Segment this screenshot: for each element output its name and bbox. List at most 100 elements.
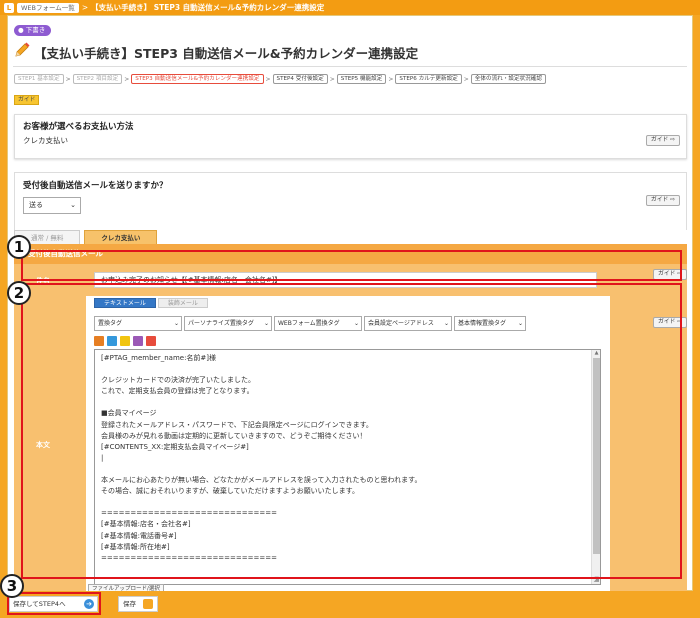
member-page-select[interactable]: 会員設定ページアドレス ⌄ [364, 316, 452, 331]
autosend-card: 受付後自動送信メールを送りますか？ 送る ⌄ ガイド ⇨ [14, 172, 687, 230]
step-2-button[interactable]: STEP2 項目設定 [72, 74, 123, 84]
editor-toolbar [94, 336, 156, 346]
step-arrow-icon: > [65, 75, 71, 83]
footer-notch [343, 586, 353, 591]
attach-icon[interactable] [146, 336, 156, 346]
subject-input[interactable]: お申込み完了のお知らせ【[#基本情報:店名・会社名#]】 [94, 272, 597, 288]
basic-info-tag-select-label: 基本情報置換タグ [458, 320, 507, 327]
chevron-down-icon: ⌄ [70, 201, 76, 209]
step-3-button[interactable]: STEP3 自動送信メール&予約カレンダー連携設定 [131, 74, 264, 84]
mail-panel: 受付後自動送信メール 件名 お申込み完了のお知らせ【[#基本情報:店名・会社名#… [14, 244, 688, 594]
annotation-number-1: 1 [7, 235, 31, 259]
title-divider [13, 66, 687, 67]
step-arrow-icon: > [265, 75, 271, 83]
home-icon[interactable]: L [4, 2, 14, 13]
payment-method-card: お客様が選べるお支払い方法 クレカ支払い ガイド ⇨ [14, 114, 687, 159]
body-line [101, 564, 589, 575]
webform-tag-select-label: WEBフォーム置換タグ [278, 320, 340, 327]
autosend-title: 受付後自動送信メールを送りますか？ [23, 181, 168, 191]
step-5-button[interactable]: STEP5 機能設定 [336, 74, 387, 84]
body-line [101, 464, 589, 475]
replace-tag-select[interactable]: 置換タグ ⌄ [94, 316, 182, 331]
draft-dot-icon: ● [18, 26, 26, 34]
body-line [101, 575, 589, 584]
mail-body-textarea[interactable]: [#PTAG_member_name:名前#]様クレジットカードでの決済が完了い… [94, 349, 601, 585]
tab-credit-card[interactable]: クレカ支払い [84, 230, 158, 244]
save-and-next-button[interactable]: 保存してSTEP4へ ➔ [9, 596, 98, 612]
tab-html-mail[interactable]: 装飾メール [157, 298, 208, 308]
breadcrumb-current: 【支払い手続き】 STEP3 自動送信メール&予約カレンダー連携設定 [91, 3, 325, 12]
resize-grip-icon[interactable]: ◢ [594, 575, 599, 583]
payment-guide-button[interactable]: ガイド ⇨ [645, 135, 680, 146]
autosend-guide-button[interactable]: ガイド ⇨ [645, 195, 680, 206]
step-arrow-icon: > [329, 75, 335, 83]
annotation-number-2: 2 [7, 281, 31, 305]
body-line: ============================== [101, 509, 277, 518]
body-line: [#基本情報:電話番号#] [101, 531, 177, 540]
footer-bar: 保存してSTEP4へ ➔ 保存 [0, 586, 700, 618]
chevron-down-icon: ⌄ [443, 320, 449, 327]
copy-icon[interactable] [107, 336, 117, 346]
chevron-down-icon: ⌄ [173, 320, 179, 327]
new-doc-icon[interactable] [94, 336, 104, 346]
subject-guide-button[interactable]: ガイド ⇨ [653, 269, 688, 280]
step-4-button[interactable]: STEP4 受付後設定 [272, 74, 328, 84]
basic-info-tag-select[interactable]: 基本情報置換タグ ⌄ [454, 316, 526, 331]
chevron-down-icon: ⌄ [263, 320, 269, 327]
body-editor-area: テキストメール 装飾メール 置換タグ ⌄ パーソナライズ置換タグ ⌄ WEBフォーム… [86, 296, 610, 591]
step-7-button[interactable]: 全体の流れ・設定状況確認 [470, 74, 546, 84]
body-line: [#基本情報:所在地#] [101, 542, 170, 551]
body-line: クレジットカードでの決済が完了いたしました。 [101, 376, 255, 385]
body-line [101, 497, 589, 508]
guide-tag[interactable]: ガイド [14, 95, 40, 105]
payment-method-title: お客様が選べるお支払い方法 [23, 122, 134, 132]
step-arrow-icon: > [463, 75, 469, 83]
autosend-select[interactable]: 送る ⌄ [23, 197, 81, 214]
autosend-select-value: 送る [29, 201, 43, 209]
step-arrow-icon: > [124, 75, 130, 83]
step-6-button[interactable]: STEP6 カルテ更新設定 [395, 74, 462, 84]
scroll-up-icon[interactable]: ▲ [592, 350, 600, 358]
save-label: 保存 [123, 600, 136, 608]
body-line: 本メールにお心あたりが無い場合、どなたかがメールアドレスを誤って入力されたものと… [101, 476, 422, 485]
main-page: ● 下書き 【支払い手続き】STEP3 自動送信メール&予約カレンダー連携設定 … [7, 15, 693, 594]
breadcrumb-webform-list[interactable]: WEBフォーム一覧 [17, 2, 79, 13]
mail-body-text: [#PTAG_member_name:名前#]様クレジットカードでの決済が完了い… [101, 353, 589, 584]
webform-tag-select[interactable]: WEBフォーム置換タグ ⌄ [274, 316, 362, 331]
body-guide-button[interactable]: ガイド ⇨ [653, 317, 688, 328]
arrow-right-icon: ➔ [84, 599, 94, 609]
chevron-down-icon: ⌄ [353, 320, 359, 327]
save-and-next-label: 保存してSTEP4へ [13, 600, 66, 608]
body-line: ■会員マイページ [101, 409, 157, 418]
draft-badge: ● 下書き [14, 25, 52, 36]
scrollbar-thumb[interactable] [593, 358, 600, 554]
body-line: これで、定期支払会員の登録は完了となります。 [101, 387, 254, 396]
editor-scrollbar[interactable]: ▲ ▼ [591, 350, 600, 584]
step-arrow-icon: > [388, 75, 394, 83]
body-line: [#PTAG_member_name:名前#]様 [101, 354, 217, 362]
mail-panel-header: 受付後自動送信メール [14, 244, 687, 264]
body-line: ============================== [101, 553, 277, 562]
pencil-icon [15, 42, 30, 57]
mail-mode-tabs: テキストメール 装飾メール [94, 298, 208, 308]
personalize-tag-select[interactable]: パーソナライズ置換タグ ⌄ [184, 316, 272, 331]
chevron-down-icon: ⌄ [517, 320, 523, 327]
image-icon[interactable] [133, 336, 143, 346]
step-1-button[interactable]: STEP1 基本設定 [14, 74, 64, 84]
tag-select-row: 置換タグ ⌄ パーソナライズ置換タグ ⌄ WEBフォーム置換タグ ⌄ 会員設定ページア… [94, 316, 526, 331]
body-line: 登録されたメールアドレス・パスワードで、下記会員限定ページにログインできます。 [101, 420, 373, 429]
body-line: [#CONTENTS_XX:定期支払会員マイページ#] [101, 442, 249, 451]
top-breadcrumb-bar: L WEBフォーム一覧 > 【支払い手続き】 STEP3 自動送信メール&予約カ… [0, 0, 700, 15]
lock-icon [143, 599, 153, 609]
paste-icon[interactable] [120, 336, 130, 346]
member-page-select-label: 会員設定ページアドレス [368, 320, 434, 327]
save-button[interactable]: 保存 [118, 596, 158, 612]
body-line: [#基本情報:店名・会社名#] [101, 520, 191, 529]
subject-label: 件名 [36, 277, 50, 285]
breadcrumb-separator: > [81, 3, 89, 12]
annotation-number-3: 3 [0, 574, 24, 598]
payment-tabs: 通常 / 無料 クレカ支払い [14, 230, 158, 244]
tab-text-mail[interactable]: テキストメール [94, 298, 156, 308]
draft-badge-label: 下書き [25, 26, 46, 34]
body-line [101, 364, 589, 375]
